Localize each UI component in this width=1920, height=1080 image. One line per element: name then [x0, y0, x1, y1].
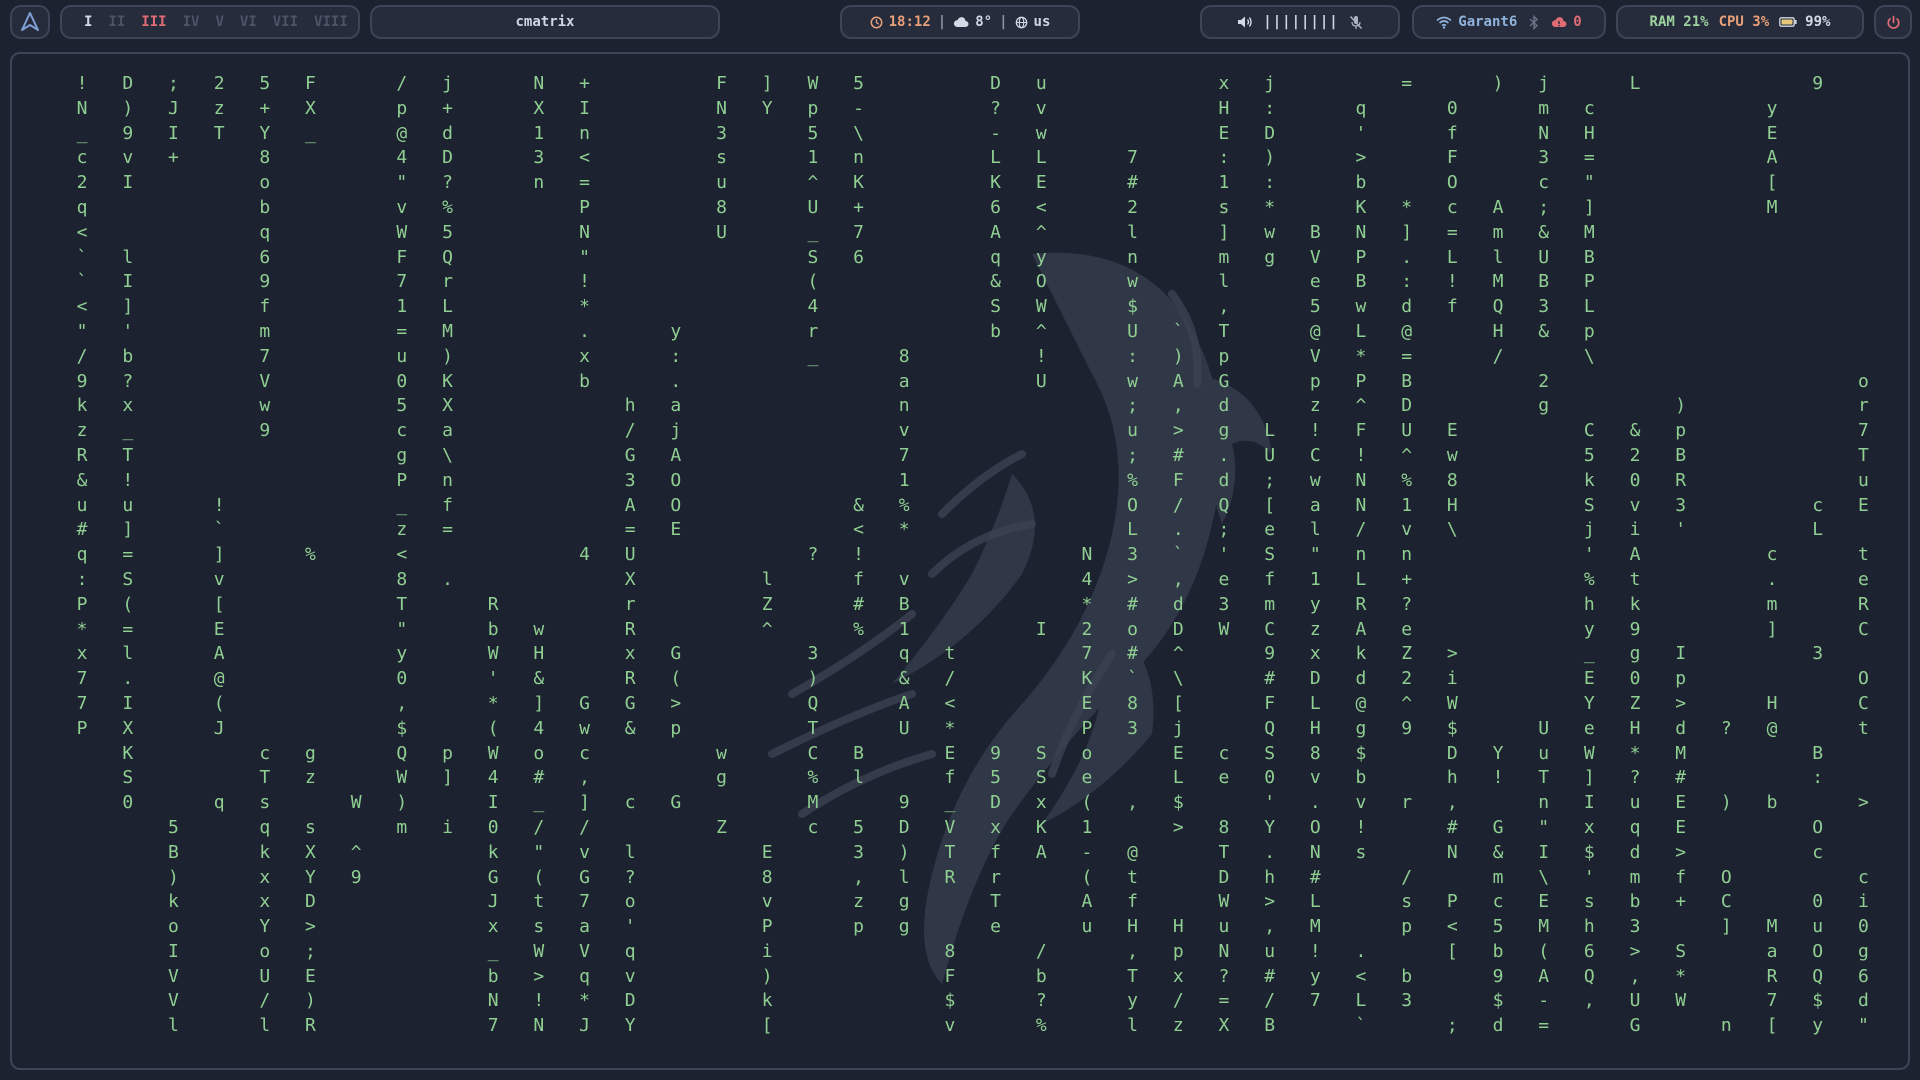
power-button[interactable]: [1874, 5, 1912, 39]
arch-linux-icon: [19, 11, 41, 33]
workspace-7[interactable]: VII: [273, 14, 298, 30]
window-title-text: cmatrix: [515, 14, 575, 30]
workspace-1[interactable]: I: [84, 14, 92, 30]
network-widget[interactable]: Garant6 0: [1412, 5, 1606, 39]
system-stats-widget: RAM 21% CPU 3% 99%: [1616, 5, 1864, 39]
bluetooth-icon[interactable]: [1529, 14, 1539, 30]
vpn-count: 0: [1573, 14, 1582, 30]
workspace-3[interactable]: III: [141, 14, 166, 30]
separator: |: [937, 14, 947, 30]
cloud-icon: [953, 16, 969, 28]
audio-widget[interactable]: ||||||||: [1200, 5, 1400, 39]
workspace-5[interactable]: V: [215, 14, 223, 30]
workspace-8[interactable]: VIII: [314, 14, 348, 30]
speaker-icon[interactable]: [1237, 15, 1253, 29]
keyboard-layout: us: [1033, 14, 1051, 30]
terminal-window[interactable]: ! D ; 2 5 F / j N + F ] W 5 D u x j = ) …: [10, 52, 1910, 1070]
launcher-button[interactable]: [10, 5, 50, 39]
temperature: 8°: [975, 14, 993, 30]
globe-icon: [1015, 16, 1028, 29]
clock-icon: [870, 16, 883, 29]
active-window-title: cmatrix: [370, 5, 720, 39]
cpu-usage: CPU 3%: [1718, 14, 1770, 30]
workspace-2[interactable]: II: [108, 14, 125, 30]
battery-level: 99%: [1805, 14, 1831, 30]
power-icon: [1886, 15, 1901, 30]
clock-time: 18:12: [888, 14, 931, 30]
wifi-icon: [1436, 16, 1452, 29]
separator: |: [999, 14, 1008, 30]
cmatrix-output: ! D ; 2 5 F / j N + F ] W 5 D u x j = ) …: [76, 73, 1881, 1037]
ram-usage: RAM 21%: [1649, 14, 1709, 30]
wifi-ssid: Garant6: [1458, 14, 1518, 30]
microphone-muted-icon[interactable]: [1349, 15, 1363, 30]
volume-level-bar[interactable]: ||||||||: [1263, 14, 1338, 30]
workspace-4[interactable]: IV: [183, 14, 200, 30]
workspace-6[interactable]: VI: [240, 14, 257, 30]
clock-weather-widget[interactable]: 18:12 | 8° | us: [840, 5, 1080, 39]
workspace-switcher: I II III IV V VI VII VIII: [60, 5, 360, 39]
cloud-alert-icon: [1551, 16, 1567, 28]
top-bar: I II III IV V VI VII VIII cmatrix 18:12 …: [0, 0, 1920, 46]
battery-icon: [1779, 17, 1797, 27]
